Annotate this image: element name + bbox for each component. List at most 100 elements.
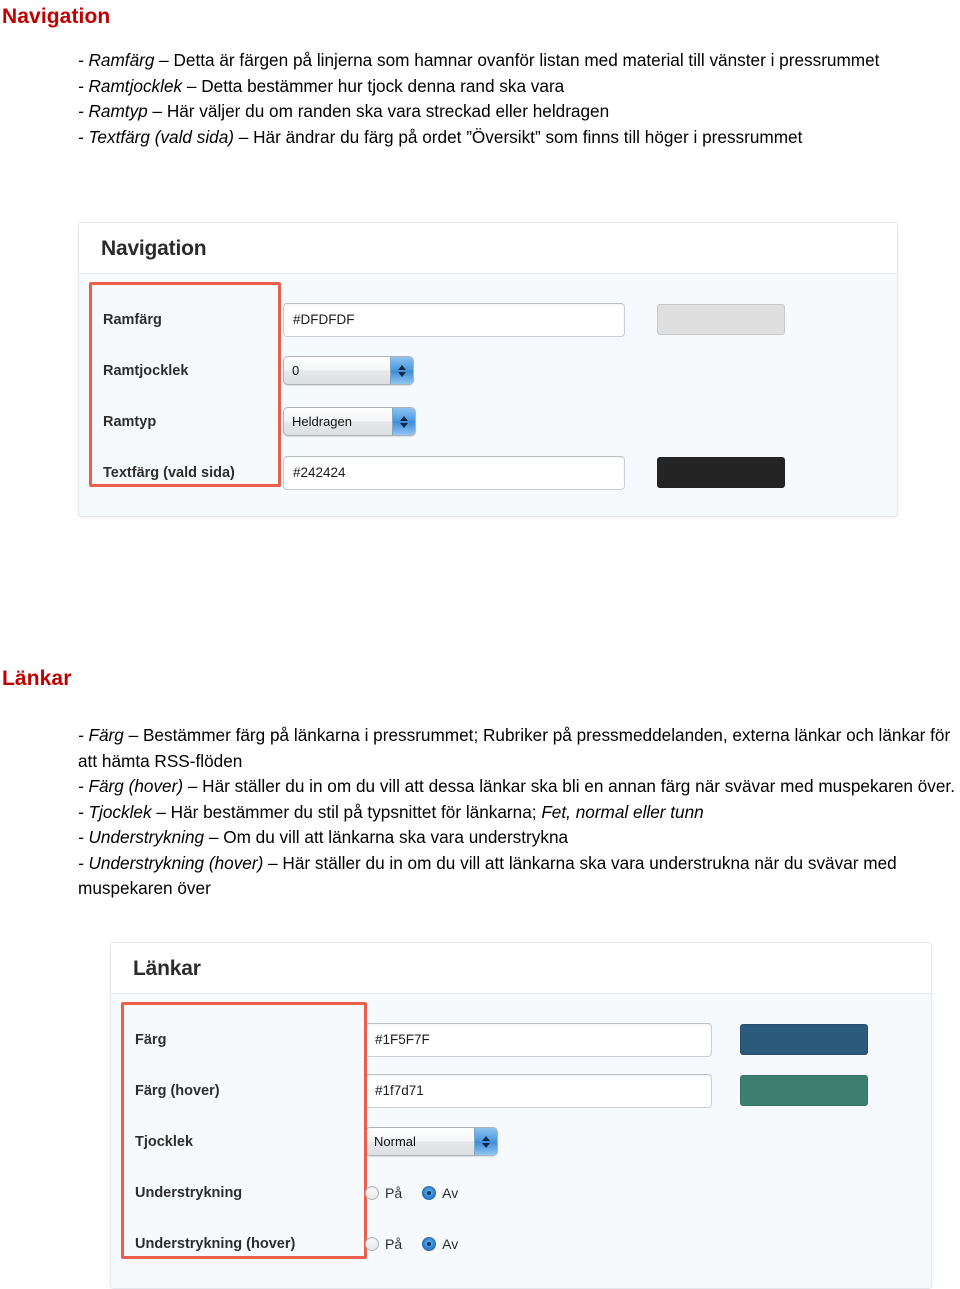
tjocklek-select[interactable]: Normal <box>365 1127 498 1157</box>
row-farg-hover: Färg (hover) <box>111 1065 931 1116</box>
ramtjocklek-value: 0 <box>292 363 300 379</box>
bullet-textfarg: - Textfärg (vald sida) – Här ändrar du f… <box>78 125 958 151</box>
farg-hover-color-input[interactable] <box>365 1073 712 1108</box>
ramfarg-color-swatch[interactable] <box>657 304 785 336</box>
row-label-ramtyp: Ramtyp <box>103 413 157 430</box>
row-label-tjocklek: Tjocklek <box>135 1133 194 1150</box>
bullet-ramtyp: - Ramtyp – Här väljer du om randen ska v… <box>78 99 958 125</box>
row-label-understrykning: Understrykning <box>135 1184 243 1201</box>
textfarg-color-input[interactable] <box>283 455 625 490</box>
farg-color-swatch[interactable] <box>740 1024 868 1056</box>
radio-checked-icon[interactable] <box>422 1236 437 1251</box>
row-control-textfarg <box>283 455 785 490</box>
row-label-textfarg: Textfärg (vald sida) <box>103 464 235 481</box>
section-body-lankar: - Färg – Bestämmer färg på länkarna i pr… <box>78 723 958 902</box>
section-body-navigation: - Ramfärg – Detta är färgen på linjerna … <box>78 48 958 150</box>
row-control-ramtjocklek: 0 <box>283 356 414 386</box>
row-spacer-top <box>111 994 931 1014</box>
lankar-settings-panel: Länkar Färg Färg (hover) Tjocklek <box>110 942 932 1289</box>
understrykning-radio-av[interactable]: Av <box>422 1185 458 1201</box>
row-ramfarg: Ramfärg <box>79 294 897 345</box>
farg-color-input[interactable] <box>365 1022 712 1057</box>
ramtjocklek-stepper[interactable]: 0 <box>283 356 414 386</box>
row-control-farg <box>365 1022 868 1057</box>
arrow-down-icon[interactable] <box>482 1142 490 1148</box>
arrow-up-icon[interactable] <box>398 364 406 370</box>
term-ramfarg: - Ramfärg <box>78 50 155 70</box>
bullet-ramtjocklek: - Ramtjocklek – Detta bestämmer hur tjoc… <box>78 74 958 100</box>
understrykning-hover-radio-pa[interactable]: På <box>365 1236 402 1252</box>
bullet-understrykning-hover: - Understrykning (hover) – Här ställer d… <box>78 851 958 902</box>
arrow-down-icon[interactable] <box>398 371 406 377</box>
stepper-arrows-icon[interactable] <box>390 357 413 385</box>
desc-ramtyp: – Här väljer du om randen ska vara strec… <box>147 101 610 121</box>
understrykning-radio-av-label: Av <box>442 1184 459 1201</box>
navigation-panel-body: Ramfärg Ramtjocklek 0 Ramtyp <box>79 274 897 498</box>
row-label-ramfarg: Ramfärg <box>103 311 162 328</box>
understrykning-radio-pa[interactable]: På <box>365 1185 402 1201</box>
row-understrykning-hover: Understrykning (hover) På Av <box>111 1218 931 1269</box>
term-tjocklek: - Tjocklek <box>78 801 152 822</box>
tjocklek-value: Normal <box>374 1134 416 1150</box>
ramtyp-select[interactable]: Heldragen <box>283 407 416 437</box>
term-textfarg: - Textfärg (vald sida) <box>78 126 235 147</box>
row-spacer-top <box>79 274 897 294</box>
term-farg-hover: - Färg (hover) <box>78 776 184 796</box>
desc-tjocklek-italic: Fet, normal eller tunn <box>541 801 704 822</box>
bullet-farg-hover: - Färg (hover) – Här ställer du in om du… <box>78 774 958 800</box>
desc-understrykning: – Om du vill att länkarna ska vara under… <box>204 827 569 847</box>
navigation-settings-panel: Navigation Ramfärg Ramtjocklek 0 <box>78 222 898 517</box>
arrow-up-icon[interactable] <box>482 1135 490 1141</box>
desc-farg: – Bestämmer färg på länkarna i pressrumm… <box>78 725 951 771</box>
row-understrykning: Understrykning På Av <box>111 1167 931 1218</box>
row-control-understrykning-hover: På Av <box>365 1236 458 1252</box>
term-farg: - Färg <box>78 725 124 745</box>
stepper-arrows-icon[interactable] <box>474 1128 497 1156</box>
row-label-farg-hover: Färg (hover) <box>135 1082 220 1099</box>
row-control-tjocklek: Normal <box>365 1127 498 1157</box>
row-textfarg: Textfärg (vald sida) <box>79 447 897 498</box>
ramfarg-color-input[interactable] <box>283 302 625 337</box>
understrykning-hover-radio-av[interactable]: Av <box>422 1236 458 1252</box>
row-ramtyp: Ramtyp Heldragen <box>79 396 897 447</box>
row-farg: Färg <box>111 1014 931 1065</box>
navigation-panel-title: Navigation <box>101 237 207 260</box>
term-understrykning-hover: - Understrykning (hover) <box>78 852 264 873</box>
desc-tjocklek: – Här bestämmer du stil på typsnittet fö… <box>151 801 542 822</box>
term-ramtjocklek: - Ramtjocklek <box>78 75 183 96</box>
desc-farg-hover: – Här ställer du in om du vill att dessa… <box>183 776 955 796</box>
navigation-panel-header: Navigation <box>79 223 897 275</box>
radio-checked-icon[interactable] <box>422 1185 437 1200</box>
understrykning-radio-pa-label: På <box>385 1184 403 1201</box>
row-control-ramtyp: Heldragen <box>283 407 416 437</box>
row-control-ramfarg <box>283 302 785 337</box>
section-heading-navigation: Navigation <box>2 5 111 28</box>
textfarg-color-swatch[interactable] <box>657 457 785 489</box>
radio-unchecked-icon[interactable] <box>365 1185 379 1200</box>
desc-textfarg: – Här ändrar du färg på ordet ”Översikt”… <box>234 126 803 147</box>
bullet-understrykning: - Understrykning – Om du vill att länkar… <box>78 825 958 851</box>
desc-ramfarg: – Detta är färgen på linjerna som hamnar… <box>154 50 880 70</box>
row-control-farg-hover <box>365 1073 868 1108</box>
bullet-ramfarg: - Ramfärg – Detta är färgen på linjerna … <box>78 48 958 74</box>
term-understrykning: - Understrykning <box>78 827 205 847</box>
understrykning-hover-radio-pa-label: På <box>385 1235 403 1252</box>
understrykning-hover-radio-av-label: Av <box>442 1235 459 1252</box>
arrow-up-icon[interactable] <box>400 415 408 421</box>
radio-unchecked-icon[interactable] <box>365 1236 379 1251</box>
row-control-understrykning: På Av <box>365 1185 458 1201</box>
row-label-understrykning-hover: Understrykning (hover) <box>135 1235 296 1252</box>
lankar-panel-title: Länkar <box>133 957 201 980</box>
desc-ramtjocklek: – Detta bestämmer hur tjock denna rand s… <box>182 75 565 96</box>
section-heading-lankar: Länkar <box>2 667 72 690</box>
row-label-ramtjocklek: Ramtjocklek <box>103 362 189 379</box>
lankar-panel-header: Länkar <box>111 943 931 995</box>
ramtyp-value: Heldragen <box>292 414 352 430</box>
bullet-tjocklek: - Tjocklek – Här bestämmer du stil på ty… <box>78 800 958 826</box>
lankar-panel-body: Färg Färg (hover) Tjocklek Normal <box>111 994 931 1269</box>
row-label-farg: Färg <box>135 1031 167 1048</box>
stepper-arrows-icon[interactable] <box>392 408 415 436</box>
arrow-down-icon[interactable] <box>400 422 408 428</box>
farg-hover-color-swatch[interactable] <box>740 1075 868 1107</box>
term-ramtyp: - Ramtyp <box>78 101 148 121</box>
